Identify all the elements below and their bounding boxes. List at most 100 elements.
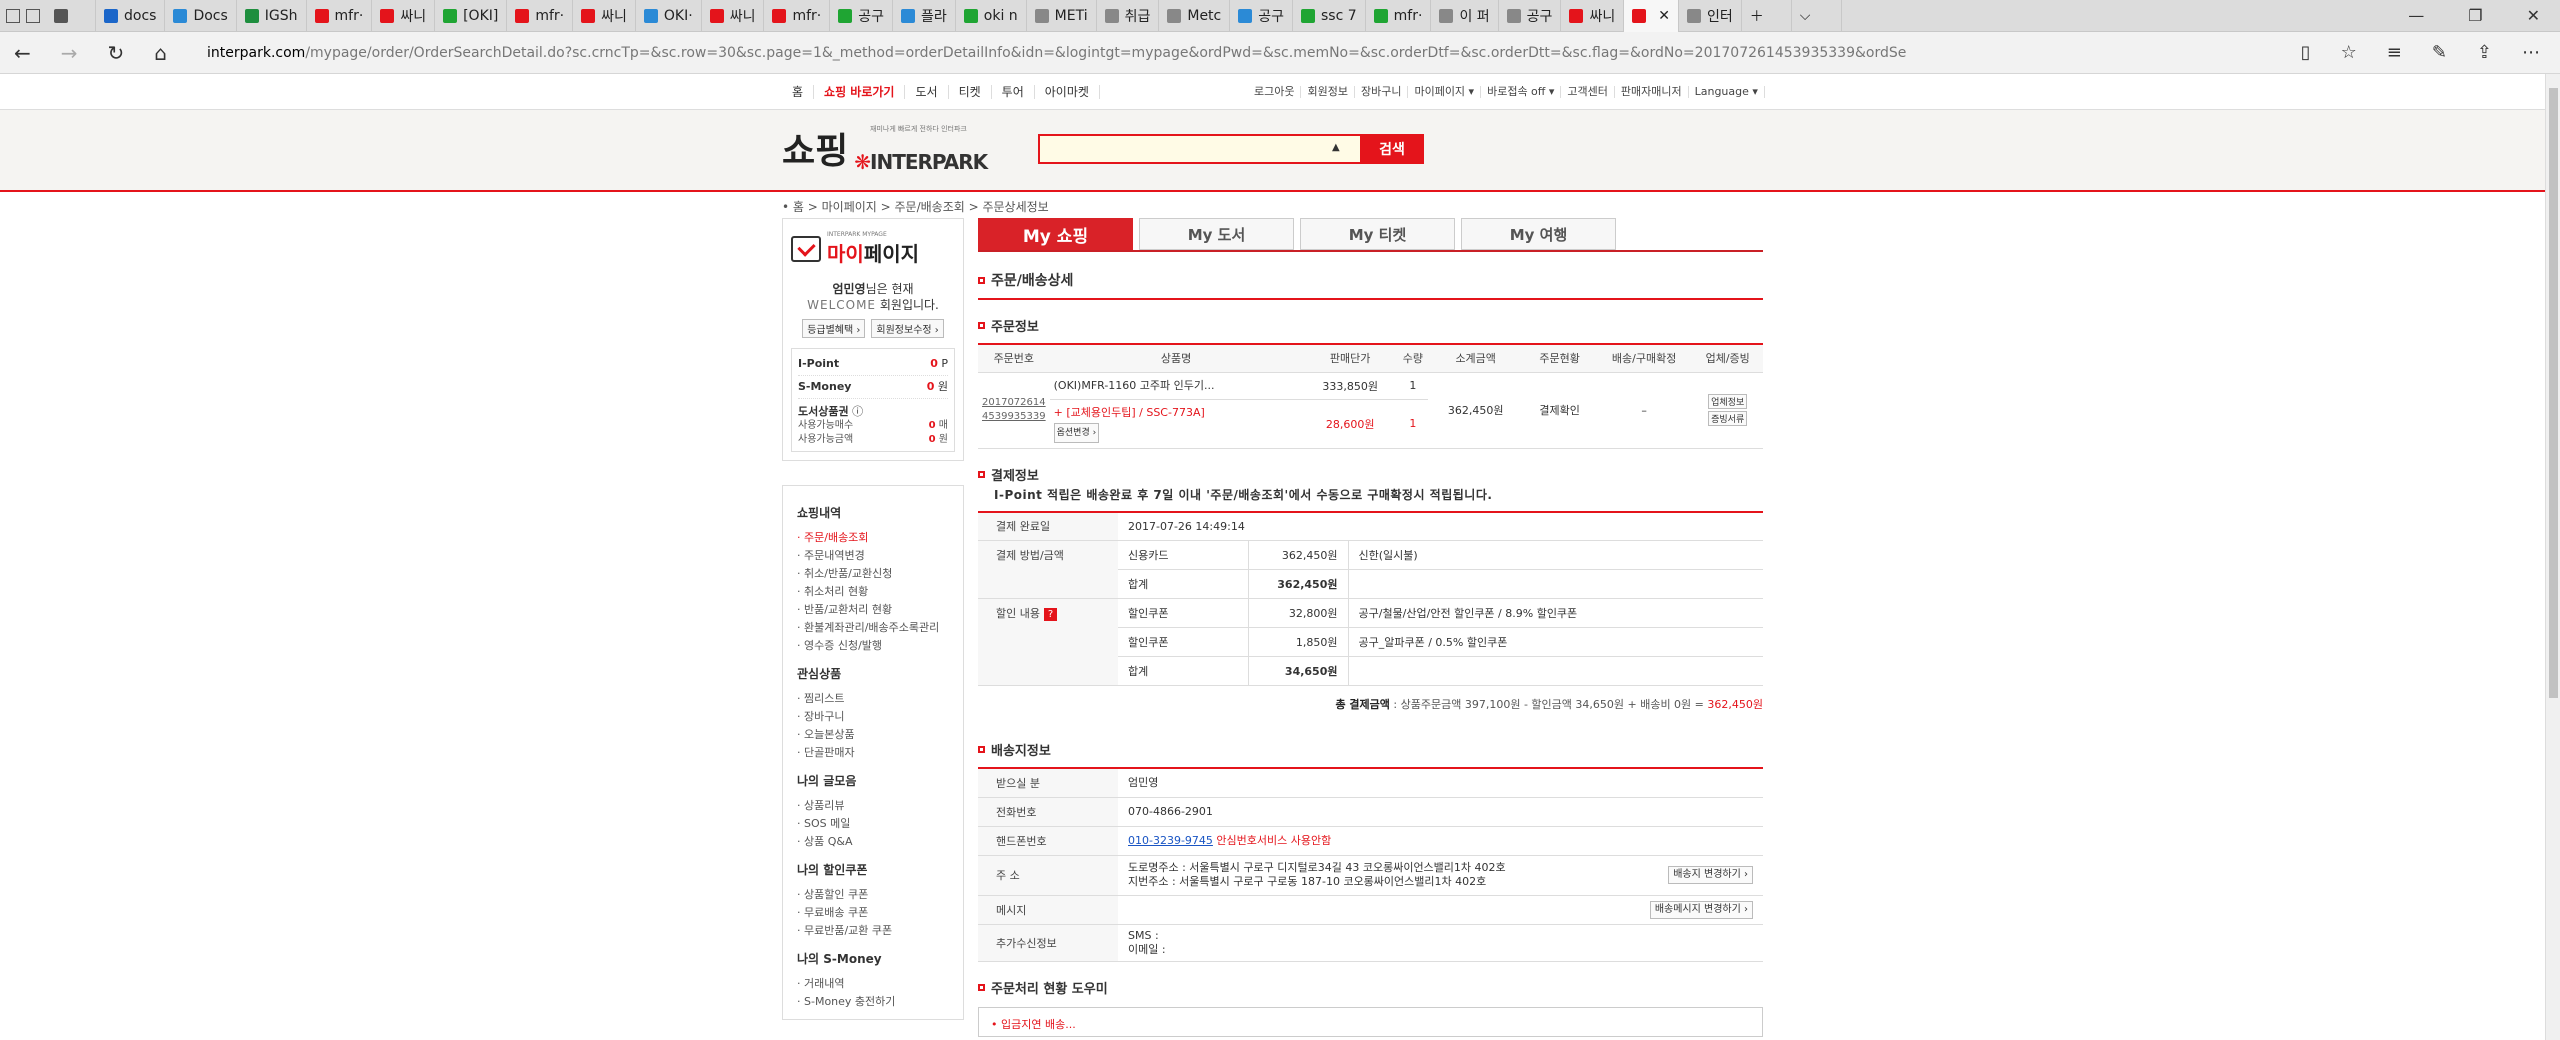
my-tab[interactable]: My 도서 [1139, 218, 1294, 250]
scrollbar[interactable] [2545, 74, 2560, 1040]
receipt-button[interactable]: 증빙서류 [1708, 411, 1748, 426]
grade-benefit-button[interactable]: 등급별혜택 › [802, 319, 866, 338]
util-link[interactable]: Language ▾ [1689, 86, 1765, 98]
browser-tab[interactable]: mfr· [507, 0, 574, 32]
sidebar-item[interactable]: · 단골판매자 [797, 744, 949, 762]
sidebar-item[interactable]: · 찜리스트 [797, 690, 949, 708]
discount-help-icon[interactable]: ? [1043, 608, 1057, 621]
sidebar-item[interactable]: · 영수증 신청/발행 [797, 637, 949, 655]
hub-icon[interactable]: ≡ [2387, 42, 2402, 63]
browser-tab[interactable] [46, 0, 96, 32]
mypage-title[interactable]: INTERPARK MYPAGE 마이페이지 [791, 231, 955, 267]
browser-tab[interactable]: 공구 [830, 0, 893, 32]
tab-aside-icon[interactable] [26, 8, 40, 23]
browser-tab[interactable]: 싸니 [372, 0, 436, 32]
search-dropdown-icon[interactable]: ▲ [1332, 142, 1340, 153]
tab-list-chevron-icon[interactable]: ⌵ [1792, 0, 1842, 32]
more-icon[interactable]: ⋯ [2522, 42, 2540, 63]
close-window-icon[interactable]: ✕ [2527, 6, 2540, 25]
share-icon[interactable]: ⇪ [2477, 42, 2492, 63]
shopping-logo[interactable]: 쇼핑 재미나게 빠르게 전하다 인터파크 ❋INTERPARK [782, 122, 988, 174]
sidebar-item[interactable]: · 반품/교환처리 현황 [797, 601, 949, 619]
sidebar-item[interactable]: · 무료배송 쿠폰 [797, 904, 949, 922]
vendor-info-button[interactable]: 업체정보 [1708, 394, 1748, 409]
my-tab[interactable]: My 티켓 [1300, 218, 1455, 250]
sidebar-item[interactable]: · S-Money 충전하기 [797, 993, 949, 1011]
browser-tab[interactable]: 플라 [893, 0, 956, 32]
browser-tab[interactable]: 싸니 [573, 0, 636, 32]
browser-tab[interactable]: ssc 7 [1293, 0, 1366, 32]
gnb-link[interactable]: 쇼핑 바로가기 [814, 85, 906, 99]
minimize-icon[interactable]: — [2408, 6, 2424, 25]
sidebar-item[interactable]: · 환불계좌관리/배송주소록관리 [797, 619, 949, 637]
reading-view-icon[interactable]: ▯ [2301, 42, 2311, 63]
browser-tab[interactable]: Docs [165, 0, 237, 32]
tab-close-icon[interactable]: ✕ [1658, 8, 1670, 24]
order-number-link[interactable]: 20170726​14 4539935339 [982, 396, 1046, 424]
browser-tab[interactable]: Metc [1159, 0, 1231, 32]
gnb-link[interactable]: 투어 [992, 85, 1035, 99]
browser-tab[interactable]: mfr· [1366, 0, 1432, 32]
web-note-icon[interactable]: ✎ [2432, 42, 2447, 63]
browser-tab[interactable]: OKI· [636, 0, 702, 32]
browser-tab[interactable]: 이 퍼 [1431, 0, 1499, 32]
sidebar-item[interactable]: · 무료반품/교환 쿠폰 [797, 922, 949, 940]
new-tab-button[interactable]: ＋ [1742, 0, 1792, 32]
change-message-button[interactable]: 배송메시지 변경하기 › [1649, 900, 1753, 919]
sidebar-item[interactable]: · 취소처리 현황 [797, 583, 949, 601]
browser-tab[interactable]: METi [1027, 0, 1097, 32]
product-name[interactable]: (OKI)MFR-1160 고주파 인두기... [1049, 372, 1303, 400]
browser-tab[interactable]: 공구 [1230, 0, 1294, 32]
sidebar-item[interactable]: · 오늘본상품 [797, 726, 949, 744]
util-link[interactable]: 회원정보 [1301, 86, 1355, 98]
browser-tab[interactable]: 인터 [1679, 0, 1742, 32]
sidebar-item[interactable]: · 장바구니 [797, 708, 949, 726]
addon-product-name[interactable]: + [교체용인두팁] / SSC-773A] [1054, 406, 1205, 419]
util-link[interactable]: 고객센터 [1561, 86, 1615, 98]
util-link[interactable]: 판매자매니저 [1615, 86, 1689, 98]
browser-tab[interactable]: mfr· [764, 0, 831, 32]
sidebar-item[interactable]: · 취소/반품/교환신청 [797, 565, 949, 583]
sidebar-item[interactable]: · 거래내역 [797, 975, 949, 993]
sidebar-item[interactable]: · 상품리뷰 [797, 797, 949, 815]
edit-member-info-button[interactable]: 회원정보수정 › [871, 319, 944, 338]
gnb-link[interactable]: 티켓 [949, 85, 992, 99]
browser-tab[interactable]: 싸니 [702, 0, 765, 32]
browser-tab[interactable]: [OKI] [435, 0, 508, 32]
forward-icon[interactable]: → [61, 41, 78, 65]
home-icon[interactable]: ⌂ [154, 41, 167, 65]
util-link[interactable]: 바로접속 off ▾ [1481, 86, 1562, 98]
browser-tab[interactable]: ✕ [1624, 0, 1679, 32]
tab-preview-icon[interactable] [6, 8, 20, 23]
util-link[interactable]: 마이페이지 ▾ [1408, 86, 1482, 98]
search-button[interactable]: 검색 [1360, 134, 1424, 164]
browser-tab[interactable]: 공구 [1499, 0, 1562, 32]
tab-actions[interactable] [0, 8, 46, 23]
gnb-link[interactable]: 도서 [905, 85, 949, 99]
gnb-link[interactable]: 아이마켓 [1035, 85, 1100, 99]
sidebar-item[interactable]: · 상품 Q&A [797, 833, 949, 851]
sidebar-item[interactable]: · 상품할인 쿠폰 [797, 886, 949, 904]
back-icon[interactable]: ← [14, 41, 31, 65]
util-link[interactable]: 장바구니 [1355, 86, 1409, 98]
browser-tab[interactable]: IGSh [237, 0, 307, 32]
browser-tab[interactable]: docs [96, 0, 166, 32]
change-address-button[interactable]: 배송지 변경하기 › [1668, 866, 1753, 884]
search-input[interactable] [1038, 134, 1360, 164]
option-change-button[interactable]: 옵션변경 › [1053, 422, 1100, 443]
browser-tab[interactable]: 취급 [1097, 0, 1160, 32]
mobile-number-link[interactable]: 010-3239-9745 [1128, 834, 1213, 847]
favorite-star-icon[interactable]: ☆ [2341, 42, 2357, 63]
util-link[interactable]: 로그아웃 [1248, 86, 1302, 98]
my-tab[interactable]: My 쇼핑 [978, 218, 1133, 250]
refresh-icon[interactable]: ↻ [108, 41, 125, 65]
gnb-link[interactable]: 홈 [782, 85, 815, 99]
scrollbar-thumb[interactable] [2549, 88, 2558, 698]
browser-tab[interactable]: mfr· [307, 0, 373, 32]
sidebar-item[interactable]: · 주문/배송조회 [797, 529, 949, 547]
sidebar-item[interactable]: · 주문내역변경 [797, 547, 949, 565]
browser-tab[interactable]: oki n [956, 0, 1027, 32]
sidebar-item[interactable]: · SOS 메일 [797, 815, 949, 833]
url-field[interactable]: interpark.com/mypage/order/OrderSearchDe… [207, 45, 1907, 61]
restore-icon[interactable]: ❐ [2468, 6, 2482, 25]
